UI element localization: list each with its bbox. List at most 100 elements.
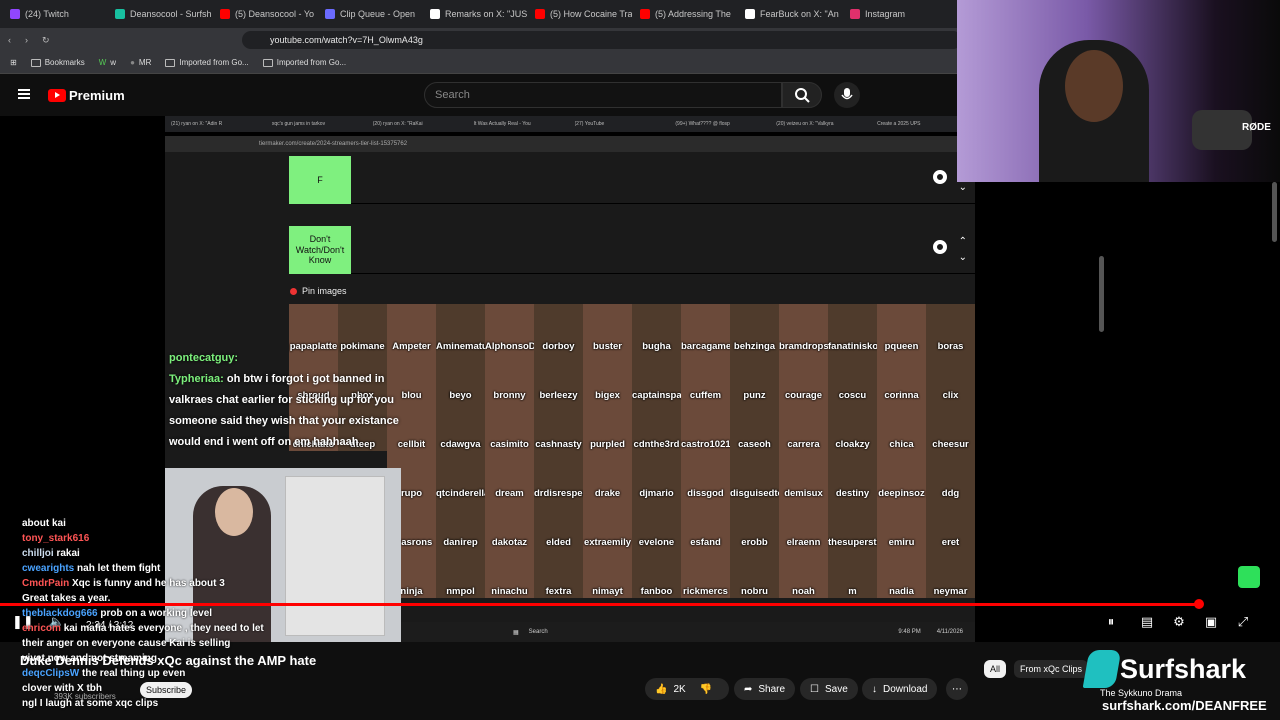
- reorder-arrows-icon[interactable]: ⌃⌄: [959, 234, 967, 266]
- streamer-tile[interactable]: cdnthe3rd: [632, 402, 681, 451]
- inner-browser-tab[interactable]: (20) ryan on X: "RaKai: [373, 121, 471, 127]
- bookmark-item[interactable]: Imported from Go...: [165, 58, 249, 67]
- streamer-tile[interactable]: dream: [485, 451, 534, 500]
- streamer-tile[interactable]: deepinsoz: [877, 451, 926, 500]
- streamer-tile[interactable]: drdisrespect: [534, 451, 583, 500]
- gear-icon[interactable]: [933, 240, 947, 254]
- browser-tab[interactable]: (5) Addressing The: [634, 2, 737, 26]
- save-button[interactable]: ☐ Save: [800, 678, 858, 700]
- streamer-tile[interactable]: clix: [926, 353, 975, 402]
- browser-tab[interactable]: Instagram: [844, 2, 947, 26]
- streamer-tile[interactable]: cloakzy: [828, 402, 877, 451]
- autoplay-icon[interactable]: ⏸: [1102, 614, 1120, 632]
- streamer-tile[interactable]: m: [828, 549, 877, 598]
- streamer-tile[interactable]: caseoh: [730, 402, 779, 451]
- reload-icon[interactable]: ↻: [42, 35, 50, 46]
- like-count[interactable]: 2K: [673, 684, 685, 695]
- inner-browser-tab[interactable]: xqc's gun jams in tarkov: [272, 121, 370, 127]
- inner-browser-tab[interactable]: (20) veizeu on X: "Valkyra: [776, 121, 874, 127]
- streamer-tile[interactable]: cashnasty: [534, 402, 583, 451]
- inner-browser-tab[interactable]: (21) ryan on X: "Adin R: [171, 121, 269, 127]
- scrollbar[interactable]: [1272, 182, 1277, 242]
- streamer-tile[interactable]: elded: [534, 500, 583, 549]
- gear-icon[interactable]: [933, 170, 947, 184]
- forward-icon[interactable]: ›: [25, 35, 28, 45]
- streamer-tile[interactable]: disguisedtoast: [730, 451, 779, 500]
- streamer-tile[interactable]: destiny: [828, 451, 877, 500]
- streamer-tile[interactable]: eret: [926, 500, 975, 549]
- dislike-icon[interactable]: 👎: [700, 684, 712, 695]
- streamer-tile[interactable]: evelone: [632, 500, 681, 549]
- streamer-tile[interactable]: noah: [779, 549, 828, 598]
- url-field[interactable]: youtube.com/watch?v=7H_OlwmA43g: [242, 31, 962, 49]
- streamer-tile[interactable]: punz: [730, 353, 779, 402]
- streamer-tile[interactable]: erobb: [730, 500, 779, 549]
- streamer-tile[interactable]: boras: [926, 304, 975, 353]
- browser-tab[interactable]: FearBuck on X: "An: [739, 2, 842, 26]
- streamer-tile[interactable]: chica: [877, 402, 926, 451]
- streamer-tile[interactable]: thesuperstering: [828, 500, 877, 549]
- streamer-tile[interactable]: nmpol: [436, 549, 485, 598]
- inner-browser-tab[interactable]: (99+) What???? @ flosp: [675, 121, 773, 127]
- streamer-tile[interactable]: castro1021: [681, 402, 730, 451]
- back-icon[interactable]: ‹: [8, 35, 11, 45]
- streamer-tile[interactable]: bronny: [485, 353, 534, 402]
- menu-icon[interactable]: [18, 89, 30, 99]
- streamer-tile[interactable]: berleezy: [534, 353, 583, 402]
- streamer-tile[interactable]: bramdropsmoff: [779, 304, 828, 353]
- streamer-tile[interactable]: fextra: [534, 549, 583, 598]
- inner-browser-tab[interactable]: (27) YouTube: [575, 121, 673, 127]
- streamer-tile[interactable]: barcagamer: [681, 304, 730, 353]
- streamer-tile[interactable]: buster: [583, 304, 632, 353]
- streamer-tile[interactable]: bigex: [583, 353, 632, 402]
- streamer-tile[interactable]: ninachu: [485, 549, 534, 598]
- streamer-tile[interactable]: dissgod: [681, 451, 730, 500]
- browser-tab[interactable]: (5) How Cocaine Tra: [529, 2, 632, 26]
- streamer-tile[interactable]: behzinga: [730, 304, 779, 353]
- like-icon[interactable]: 👍: [655, 684, 667, 695]
- streamer-tile[interactable]: casimito: [485, 402, 534, 451]
- browser-tab[interactable]: Deansocool - Surfsh: [109, 2, 212, 26]
- streamer-tile[interactable]: carrera: [779, 402, 828, 451]
- streamer-tile[interactable]: nadia: [877, 549, 926, 598]
- streamer-tile[interactable]: extraemily: [583, 500, 632, 549]
- streamer-tile[interactable]: AlphonsoDavies: [485, 304, 534, 353]
- streamer-tile[interactable]: elraenn: [779, 500, 828, 549]
- browser-tab[interactable]: (5) Deansocool - Yo: [214, 2, 317, 26]
- streamer-tile[interactable]: esfand: [681, 500, 730, 549]
- search-input[interactable]: Search: [424, 82, 782, 108]
- search-button[interactable]: [782, 82, 822, 108]
- filter-chip-from-channel[interactable]: From xQc Clips: [1014, 660, 1089, 678]
- browser-tab[interactable]: Remarks on X: "JUS: [424, 2, 527, 26]
- streamer-tile[interactable]: ddg: [926, 451, 975, 500]
- streamer-tile[interactable]: emiru: [877, 500, 926, 549]
- fullscreen-icon[interactable]: ⤢: [1234, 614, 1252, 632]
- youtube-logo[interactable]: Premium: [48, 88, 125, 103]
- streamer-tile[interactable]: rickmercs: [681, 549, 730, 598]
- streamer-tile[interactable]: courage: [779, 353, 828, 402]
- inner-scrollbar[interactable]: [1099, 256, 1104, 332]
- apps-grid-icon[interactable]: ⊞: [10, 58, 17, 67]
- streamer-tile[interactable]: purpled: [583, 402, 632, 451]
- streamer-tile[interactable]: cheesur: [926, 402, 975, 451]
- streamer-tile[interactable]: demisux: [779, 451, 828, 500]
- streamer-tile[interactable]: Aminematue: [436, 304, 485, 353]
- bookmark-item[interactable]: Ww: [99, 58, 116, 67]
- settings-icon[interactable]: ⚙: [1170, 614, 1188, 632]
- browser-tab[interactable]: Clip Queue - Open: [319, 2, 422, 26]
- streamer-tile[interactable]: bugha: [632, 304, 681, 353]
- streamer-tile[interactable]: dorboy: [534, 304, 583, 353]
- streamer-tile[interactable]: cuffem: [681, 353, 730, 402]
- streamer-tile[interactable]: nobru: [730, 549, 779, 598]
- streamer-tile[interactable]: fanatiniskoff: [828, 304, 877, 353]
- streamer-tile[interactable]: corinna: [877, 353, 926, 402]
- streamer-tile[interactable]: pqueen: [877, 304, 926, 353]
- streamer-tile[interactable]: qtcinderella: [436, 451, 485, 500]
- download-button[interactable]: ↓ Download: [862, 678, 938, 700]
- streamer-tile[interactable]: dakotaz: [485, 500, 534, 549]
- pin-images-toggle[interactable]: Pin images: [290, 286, 347, 296]
- filter-chip-all[interactable]: All: [984, 660, 1007, 678]
- streamer-tile[interactable]: djmario: [632, 451, 681, 500]
- bookmark-item[interactable]: ● MR: [130, 58, 151, 67]
- voice-search-button[interactable]: [834, 82, 860, 108]
